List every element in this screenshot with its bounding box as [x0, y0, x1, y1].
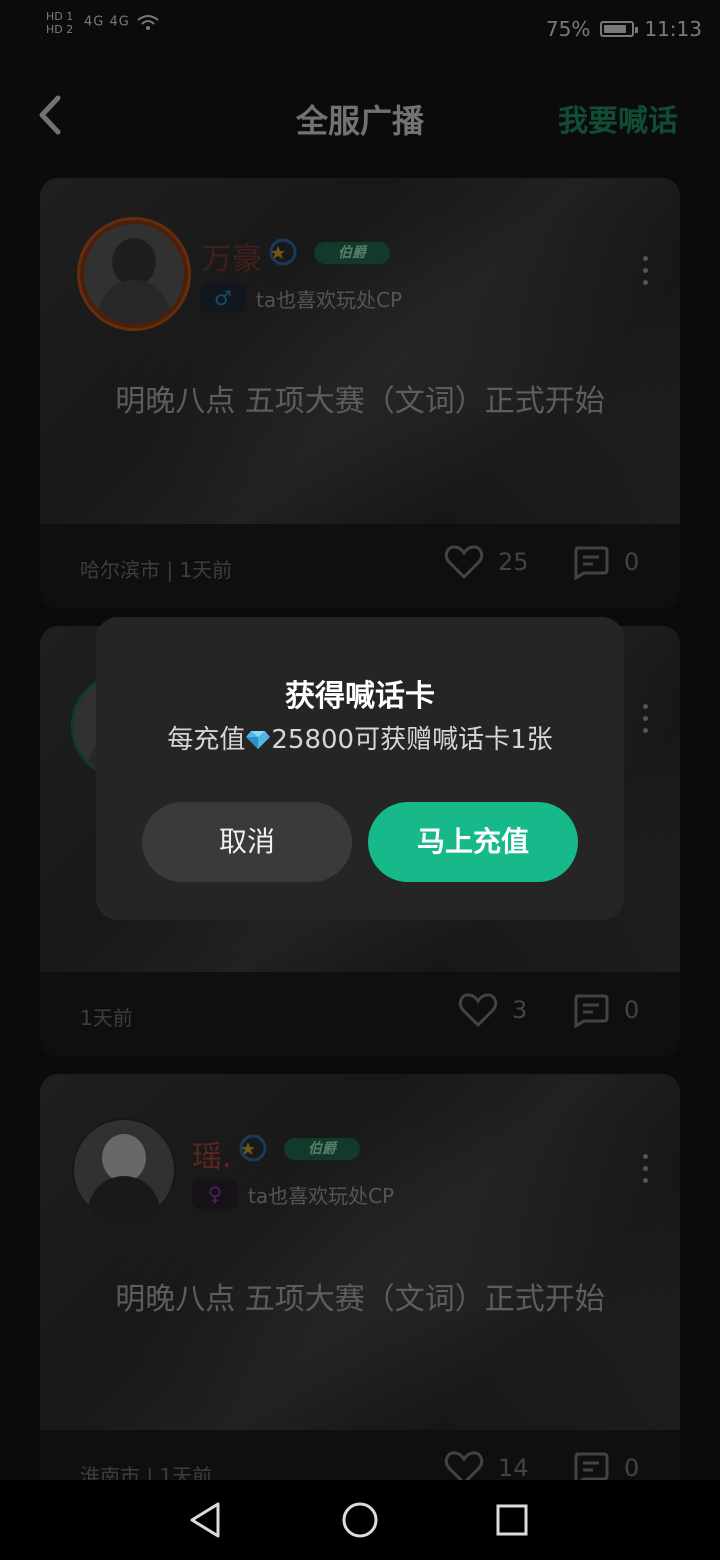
home-circle-icon[interactable]	[340, 1500, 380, 1540]
shout-card-dialog: 获得喊话卡 每充值 25800可获赠喊话卡1张 取消 马上充值	[96, 617, 624, 920]
recents-square-icon[interactable]	[494, 1502, 530, 1538]
dialog-message-prefix: 每充值	[167, 725, 246, 755]
dialog-title: 获得喊话卡	[285, 679, 435, 714]
dialog-message-suffix: 25800可获赠喊话卡1张	[271, 725, 553, 755]
back-triangle-icon[interactable]	[188, 1500, 224, 1540]
system-nav-bar	[0, 1480, 720, 1560]
diamond-icon	[246, 731, 271, 749]
recharge-now-button[interactable]: 马上充值	[368, 802, 578, 882]
dialog-message: 每充值 25800可获赠喊话卡1张	[96, 719, 624, 756]
cancel-button[interactable]: 取消	[142, 802, 352, 882]
